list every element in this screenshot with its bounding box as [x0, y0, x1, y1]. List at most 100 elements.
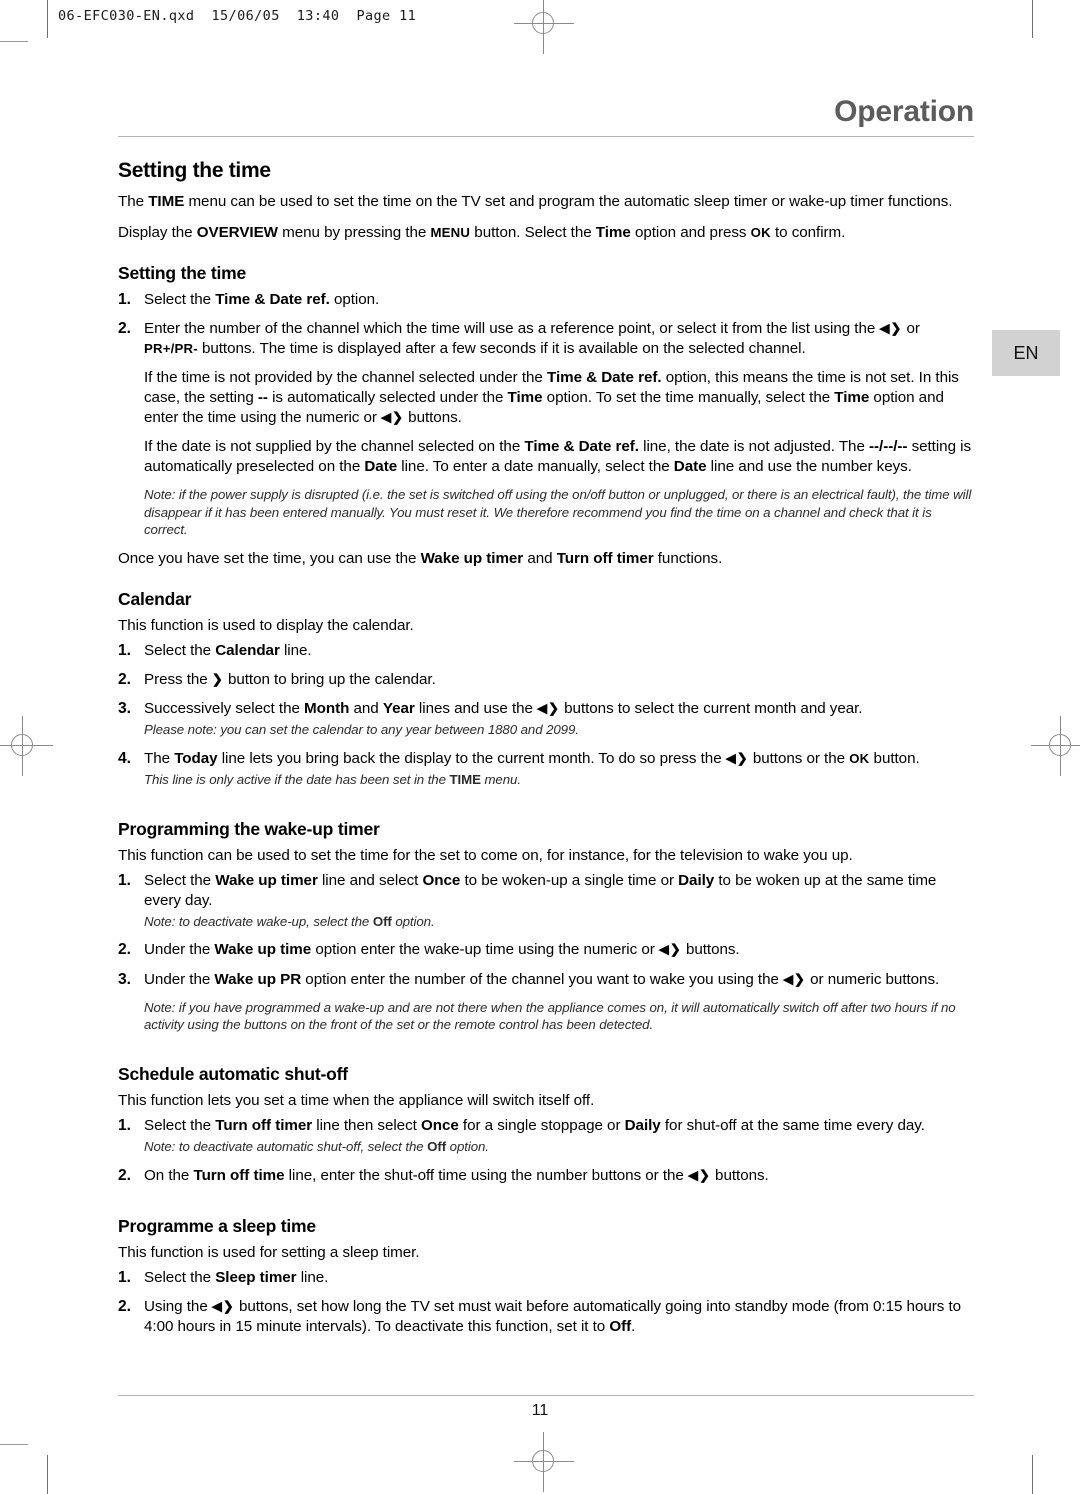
text-fragment: Press the — [144, 671, 212, 689]
trim-line-bottom-right — [1032, 1455, 1033, 1494]
text-fragment: line, enter the shut-off time using the … — [284, 1166, 688, 1184]
steps-list-shut-off: 1. Select the Turn off timer line then se… — [118, 1116, 974, 1136]
registration-mark-right — [1031, 716, 1080, 776]
trim-line-top-left — [47, 0, 48, 38]
keyword-off: Off — [427, 1138, 447, 1154]
left-right-arrows-icon: ◀❯ — [783, 971, 806, 987]
note-deactivate-wake-up: Note: to deactivate wake-up, select the … — [118, 913, 974, 931]
language-tab-en: EN — [992, 330, 1060, 376]
keyword-daily: Daily — [624, 1116, 661, 1134]
text-fragment: option and press — [630, 223, 751, 241]
text-fragment: menu can be used to set the time on the … — [184, 192, 953, 210]
step-item: 2. Under the Wake up time option enter th… — [118, 940, 974, 960]
keyword-wake-up-timer: Wake up timer — [215, 871, 318, 889]
text-fragment: to confirm. — [770, 223, 846, 241]
left-right-arrows-icon: ◀❯ — [658, 941, 682, 957]
text-fragment: Note: to deactivate wake-up, select the — [144, 913, 373, 929]
left-right-arrows-icon: ◀❯ — [381, 409, 404, 425]
steps-list-calendar: 1. Select the Calendar line. 2. Press the … — [118, 641, 974, 719]
text-fragment: Using the — [144, 1297, 212, 1315]
step-item: 2. On the Turn off time line, enter the s… — [118, 1166, 974, 1186]
keyword-once: Once — [420, 1116, 459, 1134]
step-number: 3. — [118, 970, 131, 988]
registration-ring — [11, 734, 33, 756]
section-heading-setting-the-time: Setting the time — [118, 158, 271, 182]
text-fragment: . — [631, 1317, 636, 1335]
step-number: 2. — [118, 941, 131, 959]
text-fragment: Select the — [144, 1116, 216, 1134]
header-divider — [118, 135, 974, 137]
text-fragment: line and use the number keys. — [706, 458, 912, 476]
keyword-sleep-timer: Sleep timer — [215, 1268, 297, 1286]
page-content: Operation Setting the time The TIME menu… — [118, 96, 974, 1346]
step-item: 3. Under the Wake up PR option enter the … — [118, 970, 974, 990]
keyword-time: Time — [834, 389, 870, 407]
text-fragment: for shut-off at the same time every day. — [660, 1116, 925, 1134]
left-right-arrows-icon: ◀❯ — [537, 700, 560, 716]
text-fragment: buttons. — [710, 1166, 769, 1184]
text-fragment: line. — [296, 1268, 329, 1286]
text-fragment: button to bring up the calendar. — [223, 671, 436, 689]
steps-list-wake-up-timer-continued: 2. Under the Wake up time option enter th… — [118, 940, 974, 989]
text-fragment: or — [902, 319, 920, 337]
step-item: 1. Select the Turn off timer line then se… — [118, 1116, 974, 1136]
text-fragment: or numeric buttons. — [805, 970, 940, 988]
section-heading-shut-off: Schedule automatic shut-off — [118, 1063, 348, 1084]
subsection-heading-setting-the-time: Setting the time — [118, 262, 247, 283]
text-fragment: buttons or the — [748, 750, 850, 768]
intro-paragraph-time-menu: The TIME menu can be used to set the tim… — [118, 192, 974, 212]
text-fragment: menu. — [480, 772, 521, 788]
step-number: 4. — [118, 750, 131, 768]
keyword-time-and-date-ref: Time & Date ref. — [547, 369, 662, 387]
text-fragment: If the date is not supplied by the chann… — [144, 438, 525, 456]
keyword-ok-button: OK — [750, 224, 771, 240]
step-item: 1. Select the Sleep timer line. — [118, 1268, 974, 1288]
section-heading-sleep-time: Programme a sleep time — [118, 1215, 316, 1236]
text-fragment: lines and use the — [414, 700, 538, 718]
keyword-turn-off-timer: Turn off timer — [556, 550, 654, 568]
text-fragment: line then select — [312, 1116, 421, 1134]
trim-line-top-right — [1032, 0, 1033, 38]
text-fragment: menu by pressing the — [277, 223, 431, 241]
text-fragment: for a single stoppage or — [458, 1116, 625, 1134]
text-fragment: Select the — [144, 1268, 216, 1286]
keyword-menu-button: MENU — [430, 224, 471, 240]
keyword-date-placeholder: --/--/-- — [869, 438, 908, 456]
text-fragment: option. — [391, 913, 435, 929]
text-fragment: Successively select the — [144, 700, 305, 718]
keyword-month: Month — [304, 700, 350, 718]
registration-ring — [532, 12, 554, 34]
text-fragment: buttons, set how long the TV set must wa… — [144, 1297, 962, 1335]
keyword-dash-setting: -- — [257, 389, 268, 407]
text-fragment: Enter the number of the channel which th… — [144, 319, 880, 337]
text-fragment: line, the date is not adjusted. The — [638, 438, 870, 456]
keyword-time: Time — [507, 389, 543, 407]
text-fragment: Select the — [144, 642, 216, 660]
registration-mark-top — [514, 0, 574, 54]
text-fragment: line lets you bring back the display to … — [217, 750, 726, 768]
text-fragment: option. To set the time manually, select… — [542, 389, 835, 407]
text-fragment: Select the — [144, 871, 216, 889]
keyword-today: Today — [174, 750, 218, 768]
keyword-wake-up-pr: Wake up PR — [214, 970, 302, 988]
intro-paragraph-overview-menu: Display the OVERVIEW menu by pressing th… — [118, 223, 974, 243]
keyword-once: Once — [422, 871, 461, 889]
text-fragment: buttons to select the current month and … — [559, 700, 863, 718]
keyword-time-option: Time — [595, 223, 631, 241]
left-right-arrows-icon: ◀❯ — [879, 320, 903, 336]
note-deactivate-shut-off: Note: to deactivate automatic shut-off, … — [118, 1138, 974, 1156]
step-number: 1. — [118, 290, 131, 308]
step-number: 1. — [118, 642, 131, 660]
right-arrow-icon: ❯ — [211, 671, 224, 687]
keyword-daily: Daily — [678, 871, 715, 889]
step-item: 2. Using the ◀❯ buttons, set how long the… — [118, 1297, 974, 1337]
keyword-wake-up-time: Wake up time — [214, 941, 312, 959]
text-fragment: option. — [329, 290, 380, 308]
left-right-arrows-icon: ◀❯ — [688, 1167, 711, 1182]
text-fragment: and — [349, 700, 383, 718]
left-right-arrows-icon: ◀❯ — [211, 1298, 235, 1314]
text-fragment: buttons. — [404, 409, 462, 427]
registration-mark-left — [0, 716, 53, 776]
language-tab-label: EN — [1013, 342, 1039, 363]
section-heading-calendar: Calendar — [118, 589, 192, 610]
